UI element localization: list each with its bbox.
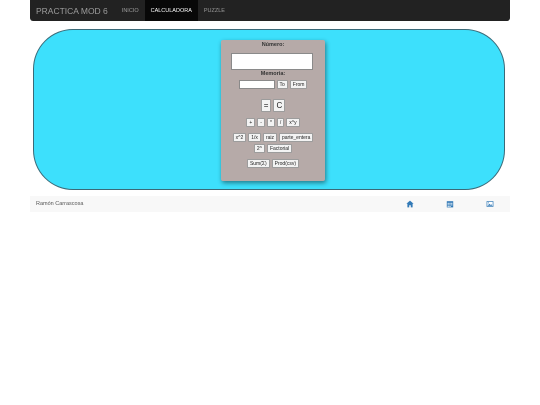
calendar-icon[interactable] [446, 200, 454, 208]
to-button[interactable]: To [276, 80, 288, 89]
divide-button[interactable]: / [276, 118, 285, 127]
inverse-button[interactable]: 1/x [248, 133, 261, 142]
factorial-button[interactable]: Factorial [266, 144, 293, 153]
memoria-input[interactable] [238, 80, 275, 89]
footer-bar: Ramón Carrascosa [30, 196, 510, 212]
memoria-label: Memoria: [260, 71, 286, 77]
author-name: Ramón Carrascosa [36, 201, 84, 207]
sqrt-button[interactable]: raiz [262, 133, 277, 142]
multiply-button[interactable]: * [266, 118, 275, 127]
square-button[interactable]: x^2 [232, 133, 247, 142]
operators-row: + - * / x^y [221, 118, 325, 127]
nav-item-puzzle[interactable]: PUZZLE [198, 0, 231, 21]
equals-clear-row: = C [221, 99, 325, 112]
pow2-factorial-row: 2^ Factorial [221, 144, 325, 153]
navbar-brand[interactable]: PRACTICA MOD 6 [36, 6, 108, 16]
clear-button[interactable]: C [273, 99, 286, 112]
image-icon[interactable] [486, 200, 494, 208]
power-button[interactable]: x^y [286, 118, 300, 127]
home-icon[interactable] [406, 200, 414, 208]
top-navbar: PRACTICA MOD 6 INICIO CALCULADORA PUZZLE [30, 0, 510, 21]
equals-button[interactable]: = [260, 99, 272, 112]
sum-button[interactable]: Sum(Σ) [246, 159, 270, 168]
numero-input[interactable] [231, 53, 313, 70]
add-button[interactable]: + [246, 118, 256, 127]
calculator-panel: Número: Memoria: To From = C + - * / x^y… [221, 40, 325, 181]
from-button[interactable]: From [289, 80, 308, 89]
nav-item-inicio[interactable]: INICIO [116, 0, 145, 21]
subtract-button[interactable]: - [257, 118, 265, 127]
integer-part-button[interactable]: parte_entera [279, 133, 314, 142]
numero-label: Número: [261, 42, 285, 48]
unary-row: x^2 1/x raiz parte_entera [221, 133, 325, 142]
prod-button[interactable]: Prod(csv) [271, 159, 300, 168]
memory-row: To From [221, 80, 325, 89]
nav-item-calculadora[interactable]: CALCULADORA [144, 0, 198, 21]
sum-prod-row: Sum(Σ) Prod(csv) [221, 159, 325, 168]
pow2-button[interactable]: 2^ [253, 144, 265, 153]
